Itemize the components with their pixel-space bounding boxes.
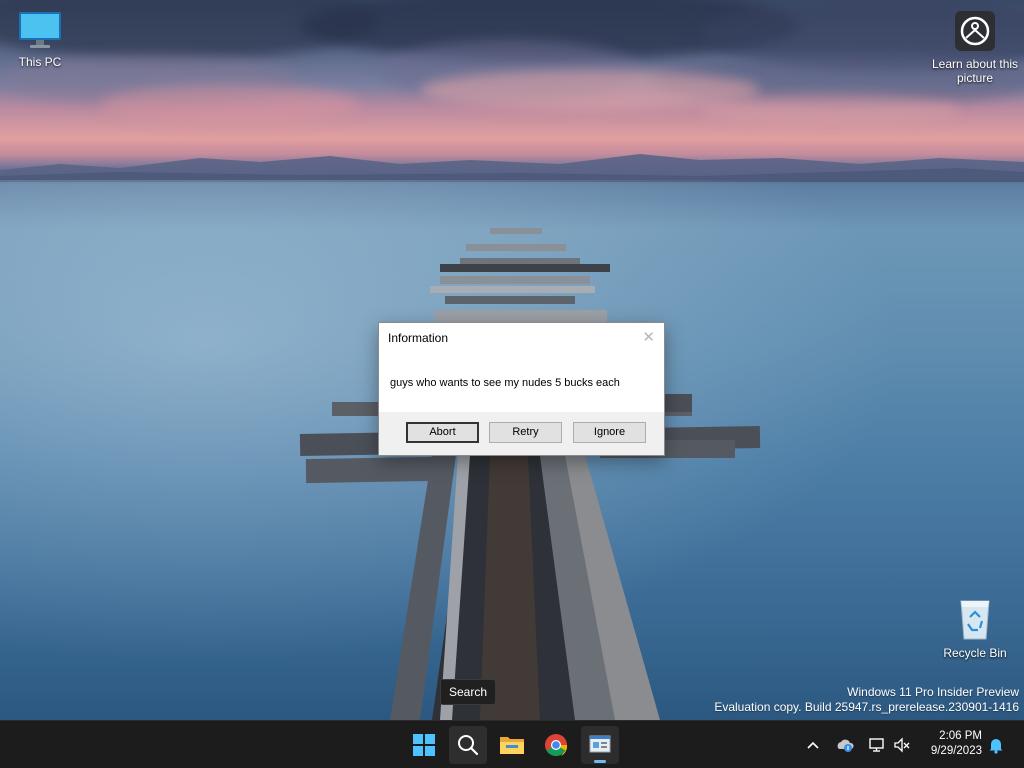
active-indicator (594, 760, 606, 763)
start-button[interactable] (405, 726, 443, 764)
chrome-button[interactable] (537, 726, 575, 764)
chrome-icon (545, 734, 568, 756)
start-icon (413, 734, 435, 756)
dialog-title: Information (388, 331, 449, 345)
app-window-icon (589, 735, 611, 753)
desktop-icon-label: Learn about this picture (931, 57, 1019, 85)
dialog-button-bar: Abort Retry Ignore (379, 412, 664, 455)
clock[interactable]: 2:06 PM 9/29/2023 (931, 729, 982, 759)
clock-date: 9/29/2023 (930, 745, 982, 757)
search-icon (458, 735, 479, 756)
desktop-icon-recycle-bin[interactable]: Recycle Bin (935, 597, 1015, 660)
file-explorer-button[interactable] (493, 726, 531, 764)
desktop: This PC Learn about this picture Recycle… (0, 0, 1024, 768)
network-icon[interactable] (867, 735, 887, 755)
taskbar: 2:06 PM 9/29/2023 (0, 720, 1024, 768)
recycle-bin-icon (960, 600, 990, 640)
notification-bell-icon[interactable] (986, 735, 1006, 755)
ignore-button[interactable]: Ignore (573, 422, 646, 443)
search-tooltip: Search (440, 679, 496, 705)
information-dialog: Information ✕ guys who wants to see my n… (378, 322, 665, 456)
volume-muted-icon[interactable] (892, 735, 912, 755)
watermark-line-2: Evaluation copy. Build 25947.rs_prerelea… (714, 700, 1019, 714)
show-hidden-icons-chevron-icon[interactable] (803, 735, 823, 755)
desktop-icon-learn-about-picture[interactable]: Learn about this picture (932, 10, 1018, 85)
dialog-message: guys who wants to see my nudes 5 bucks e… (390, 377, 620, 389)
watermark-line-1: Windows 11 Pro Insider Preview (847, 685, 1019, 699)
app-window-button[interactable] (581, 726, 619, 764)
close-icon[interactable]: ✕ (642, 328, 655, 346)
desktop-icon-label: This PC (18, 55, 62, 69)
dialog-titlebar[interactable]: Information ✕ (379, 323, 664, 353)
abort-button[interactable]: Abort (406, 422, 479, 443)
onedrive-icon[interactable] (835, 735, 855, 755)
desktop-icon-this-pc[interactable]: This PC (0, 10, 80, 69)
search-button[interactable] (449, 726, 487, 764)
file-explorer-icon (500, 737, 524, 754)
desktop-icon-label: Recycle Bin (943, 646, 1007, 660)
retry-button[interactable]: Retry (489, 422, 562, 443)
monitor-icon (19, 12, 61, 48)
learn-about-picture-icon (955, 11, 995, 51)
clock-time: 2:06 PM (939, 730, 982, 742)
build-watermark: Windows 11 Pro Insider Preview Evaluatio… (714, 685, 1019, 715)
